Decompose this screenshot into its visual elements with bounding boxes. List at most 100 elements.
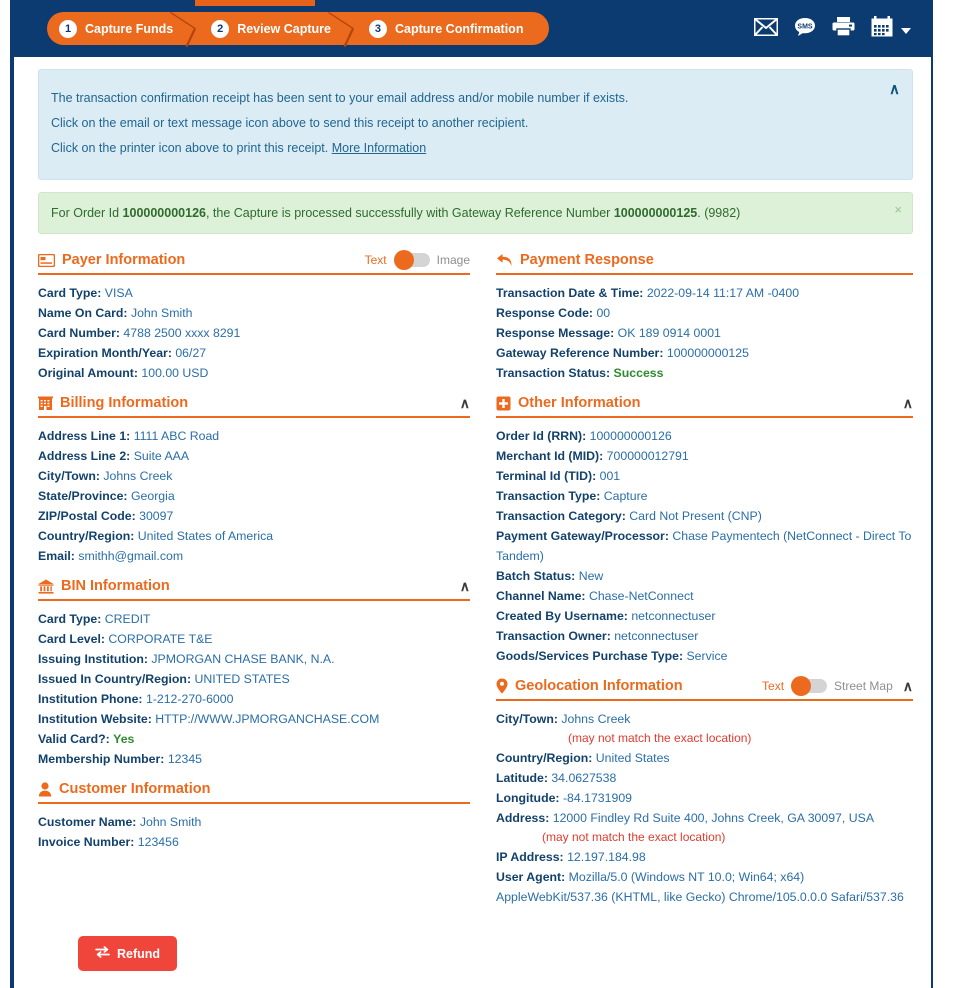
value: Capture (603, 489, 648, 503)
wizard-step-1[interactable]: 1 Capture Funds (47, 12, 197, 45)
left-column: Payer Information Text Image Card Type: … (37, 250, 470, 988)
bin-collapse-icon[interactable]: ∧ (460, 579, 470, 593)
label: Original Amount: (38, 366, 138, 380)
geo-row-country: Country/Region: United States (496, 748, 913, 768)
label: Name On Card: (38, 306, 128, 320)
geolocation-text-map-toggle[interactable]: Text Street Map (762, 676, 893, 696)
label: Invoice Number: (38, 835, 135, 849)
label: Goods/Services Purchase Type: (496, 649, 684, 663)
geo-address-approximation-note: (may not match the exact location) (542, 830, 726, 844)
label: IP Address: (496, 850, 564, 864)
value: 12345 (167, 752, 203, 766)
billing-rows: Address Line 1: 1111 ABC Road Address Li… (38, 426, 470, 576)
geolocation-toggle-left-label: Text (762, 679, 785, 693)
section-customer-information: Customer Information Customer Name: John… (38, 781, 470, 862)
value: 100000000126 (589, 429, 672, 443)
section-bin-information: BIN Information ∧ Card Type: CREDIT Card… (38, 578, 470, 779)
geo-row-city: City/Town: Johns Creek (496, 709, 913, 729)
value: 100000000125 (666, 346, 749, 360)
payer-rows: Card Type: VISA Name On Card: John Smith… (38, 283, 470, 393)
content-frame: ∧ The transaction confirmation receipt h… (10, 57, 933, 988)
geo-row-longitude: Longitude: -84.1731909 (496, 788, 913, 808)
payer-text-image-toggle[interactable]: Text Image (364, 250, 470, 270)
value: JPMORGAN CHASE BANK, N.A. (151, 652, 335, 666)
label: Latitude: (496, 771, 548, 785)
map-pin-icon (496, 678, 508, 694)
value: Georgia (130, 489, 175, 503)
calendar-icon[interactable] (871, 16, 893, 37)
payer-row-card-number: Card Number: 4788 2500 xxxx 8291 (38, 323, 470, 343)
payer-toggle-right-label: Image (436, 253, 470, 267)
bin-row-membership-number: Membership Number: 12345 (38, 749, 470, 769)
svg-text:SMS: SMS (797, 23, 813, 30)
label: Transaction Category: (496, 509, 626, 523)
value: UNITED STATES (194, 672, 290, 686)
bin-section-header: BIN Information ∧ (38, 578, 470, 601)
chevron-down-icon[interactable] (901, 27, 911, 34)
geo-row-address: Address: 12000 Findley Rd Suite 400, Joh… (496, 808, 913, 828)
action-buttons-area: Refund (38, 864, 470, 988)
value: Service (686, 649, 728, 663)
other-row-channel-name: Channel Name: Chase-NetConnect (496, 586, 913, 606)
section-payment-response: Payment Response Transaction Date & Time… (496, 252, 913, 393)
label: City/Town: (496, 712, 558, 726)
label: Card Number: (38, 326, 120, 340)
more-information-link[interactable]: More Information (332, 141, 426, 155)
geolocation-section-title: Geolocation Information (515, 678, 683, 694)
printer-icon[interactable] (832, 16, 855, 37)
step-3-number: 3 (368, 19, 387, 38)
value: John Smith (139, 815, 202, 829)
value: VISA (104, 286, 133, 300)
label: Email: (38, 549, 75, 563)
other-rows: Order Id (RRN): 100000000126 Merchant Id… (496, 426, 913, 676)
label: Issuing Institution: (38, 652, 148, 666)
geo-city-approximation-note: (may not match the exact location) (568, 731, 752, 745)
billing-row-state: State/Province: Georgia (38, 486, 470, 506)
close-icon[interactable]: × (894, 203, 902, 216)
value: 06/27 (175, 346, 207, 360)
value: Success (613, 366, 664, 380)
label: Valid Card?: (38, 732, 110, 746)
bin-section-title: BIN Information (61, 578, 170, 594)
geolocation-toggle-switch[interactable] (791, 676, 828, 696)
geolocation-toggle-right-label: Street Map (834, 679, 893, 693)
label: Merchant Id (MID): (496, 449, 604, 463)
value: 30097 (139, 509, 174, 523)
wizard-step-2[interactable]: 2 Review Capture (197, 12, 355, 45)
payer-row-card-type: Card Type: VISA (38, 283, 470, 303)
payer-toggle-left-label: Text (364, 253, 387, 267)
bin-row-card-type: Card Type: CREDIT (38, 609, 470, 629)
geolocation-collapse-icon[interactable]: ∧ (903, 679, 913, 693)
info-banner-line-1: The transaction confirmation receipt has… (51, 91, 629, 105)
value: Yes (113, 732, 135, 746)
payer-row-expiration: Expiration Month/Year: 06/27 (38, 343, 470, 363)
info-banner-collapse-icon[interactable]: ∧ (889, 82, 900, 97)
label: Card Type: (38, 612, 102, 626)
label: Country/Region: (38, 529, 135, 543)
bin-row-institution-website: Institution Website: HTTP://WWW.JPMORGAN… (38, 709, 470, 729)
other-collapse-icon[interactable]: ∧ (903, 396, 913, 410)
bin-row-issued-in-country: Issued In Country/Region: UNITED STATES (38, 669, 470, 689)
label: Transaction Status: (496, 366, 611, 380)
response-row-status: Transaction Status: Success (496, 363, 913, 383)
value: 00 (596, 306, 611, 320)
email-icon[interactable] (753, 17, 779, 36)
sms-icon[interactable]: SMS (794, 17, 816, 37)
wizard-step-3[interactable]: 3 Capture Confirmation (355, 12, 547, 45)
geo-row-user-agent: User Agent: Mozilla/5.0 (Windows NT 10.0… (496, 867, 913, 907)
refund-button[interactable]: Refund (78, 936, 178, 971)
value: smithh@gmail.com (78, 549, 184, 563)
customer-section-header: Customer Information (38, 781, 470, 804)
label: Channel Name: (496, 589, 586, 603)
success-order-id: 100000000126 (122, 206, 206, 220)
label: Order Id (RRN): (496, 429, 587, 443)
billing-collapse-icon[interactable]: ∧ (460, 396, 470, 410)
value: 100.00 USD (141, 366, 209, 380)
payer-toggle-switch[interactable] (393, 250, 430, 270)
success-prefix: For Order Id (51, 206, 123, 220)
bin-row-issuing-institution: Issuing Institution: JPMORGAN CHASE BANK… (38, 649, 470, 669)
label: Gateway Reference Number: (496, 346, 664, 360)
payer-toggle-knob (393, 250, 414, 270)
geolocation-section-header: Geolocation Information Text Street Map … (496, 676, 913, 701)
other-row-terminal-id: Terminal Id (TID): 001 (496, 466, 913, 486)
